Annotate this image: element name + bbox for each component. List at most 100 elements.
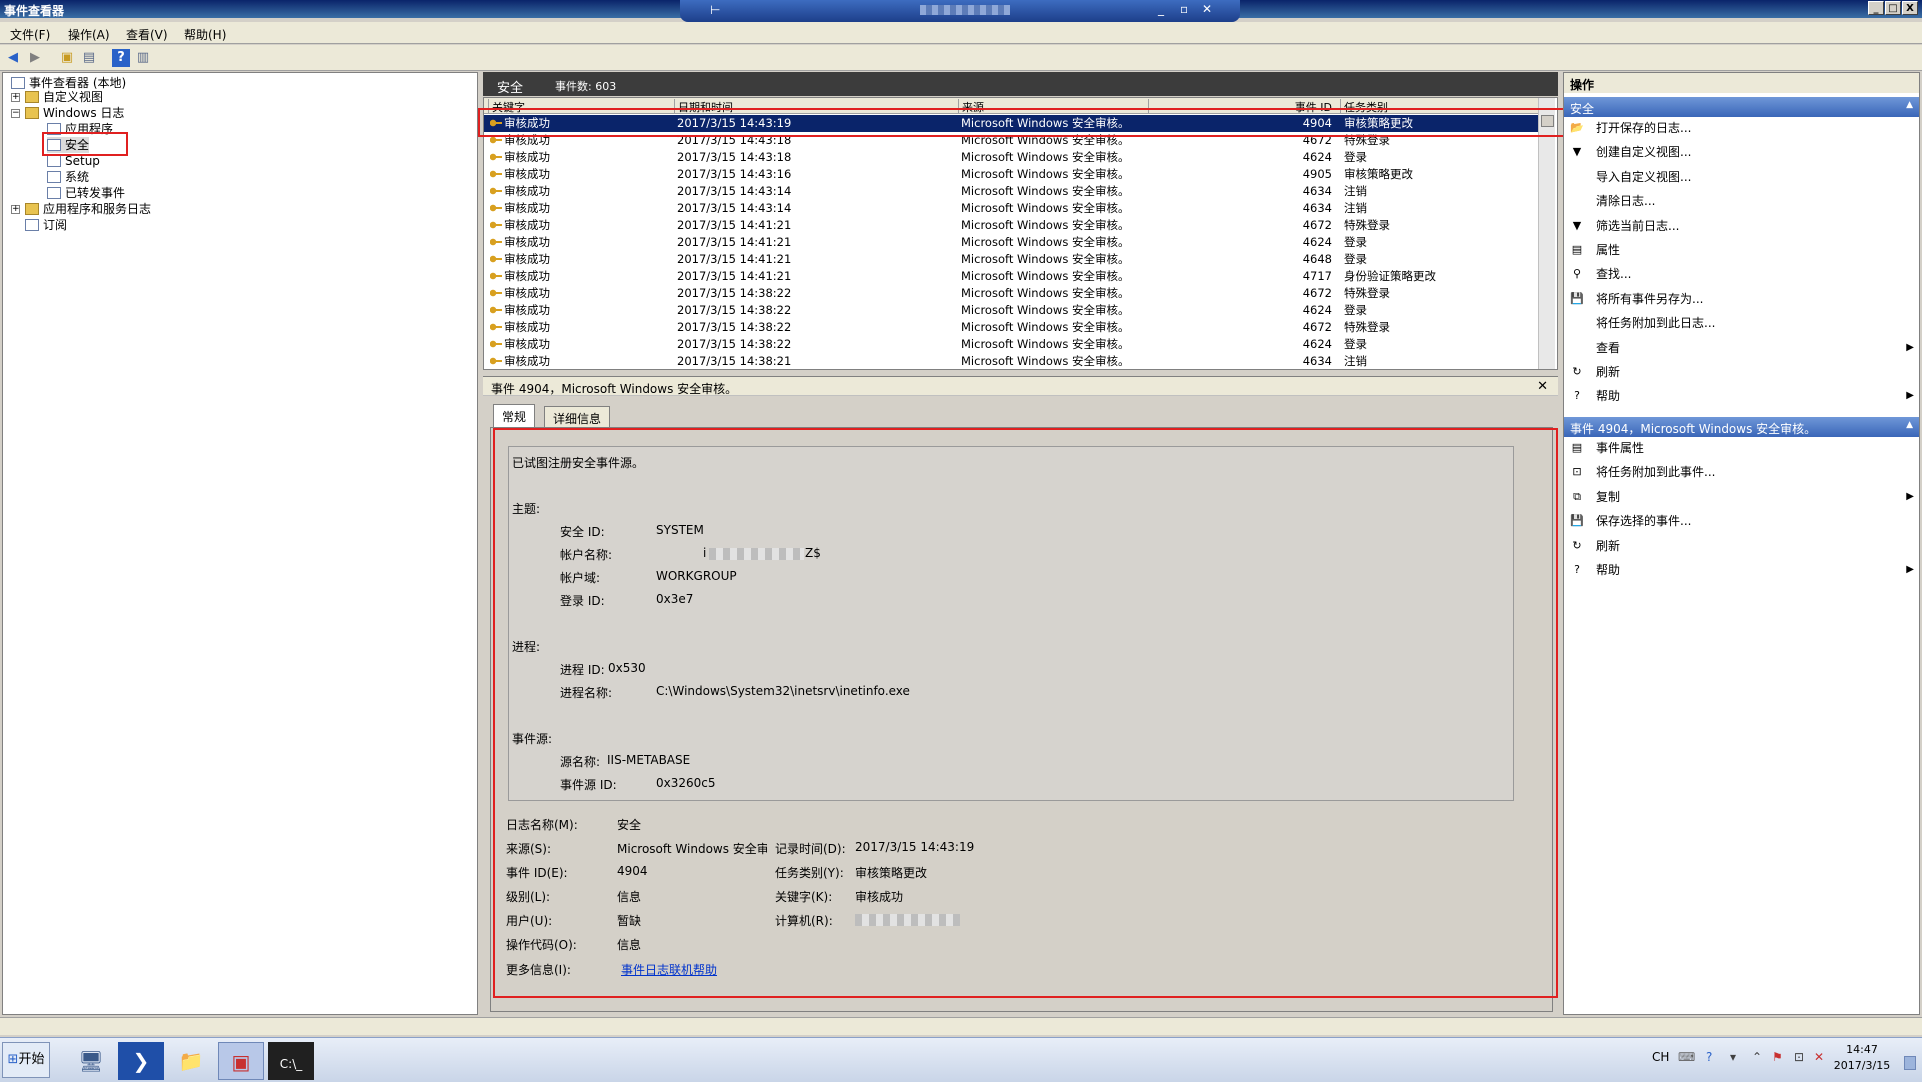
action-item[interactable]: ↻ 刷新 bbox=[1568, 535, 1918, 557]
event-row[interactable]: 审核成功 2017/3/15 14:38:22 Microsoft Windows … bbox=[484, 302, 1541, 319]
remote-close-button[interactable]: ✕ bbox=[1202, 2, 1212, 16]
expand-icon[interactable]: + bbox=[11, 205, 20, 214]
event-row[interactable]: 审核成功 2017/3/15 14:43:14 Microsoft Windows … bbox=[484, 183, 1541, 200]
actions-section-security[interactable]: 安全 ▲ bbox=[1564, 97, 1919, 117]
action-center-icon[interactable]: ⚑ bbox=[1772, 1050, 1783, 1064]
event-row[interactable]: 审核成功 2017/3/15 14:38:21 Microsoft Windows … bbox=[484, 353, 1541, 369]
action-item[interactable]: ? 帮助 ▶ bbox=[1568, 559, 1918, 581]
collapse-arrow-icon[interactable]: ▲ bbox=[1906, 420, 1913, 430]
tab-details[interactable]: 详细信息 bbox=[544, 406, 611, 428]
action-item[interactable]: ▤ 事件属性 bbox=[1568, 437, 1918, 459]
action-item[interactable]: ? 帮助 ▶ bbox=[1568, 385, 1918, 407]
start-button[interactable]: ⊞开始 bbox=[2, 1042, 50, 1078]
server-manager-icon[interactable]: 🖥 bbox=[68, 1042, 114, 1080]
action-item[interactable]: ⊡ 将任务附加到此事件... bbox=[1568, 461, 1918, 483]
collapse-icon[interactable]: − bbox=[11, 109, 20, 118]
collapse-arrow-icon[interactable]: ▲ bbox=[1906, 100, 1913, 110]
action-item[interactable]: 💾 保存选择的事件... bbox=[1568, 510, 1918, 532]
event-row[interactable]: 审核成功 2017/3/15 14:43:18 Microsoft Windows … bbox=[484, 132, 1541, 149]
event-row[interactable]: 审核成功 2017/3/15 14:43:16 Microsoft Windows … bbox=[484, 166, 1541, 183]
help-tray-icon[interactable]: ? bbox=[1706, 1050, 1712, 1064]
action-item[interactable]: 查看 ▶ bbox=[1568, 337, 1918, 359]
action-item[interactable]: ⧉ 复制 ▶ bbox=[1568, 486, 1918, 508]
forward-icon[interactable]: ▶ bbox=[26, 49, 44, 67]
close-detail-icon[interactable]: ✕ bbox=[1537, 379, 1548, 394]
show-hidden-icons[interactable]: ⌃ bbox=[1752, 1050, 1762, 1064]
options-icon[interactable]: ▾ bbox=[1730, 1050, 1736, 1064]
event-keyword: 审核成功 bbox=[490, 200, 550, 217]
action-item[interactable]: 清除日志... bbox=[1568, 190, 1918, 212]
tree-item-custom-views[interactable]: 自定义视图 bbox=[25, 89, 103, 105]
show-hide-tree-icon[interactable]: ▤ bbox=[80, 49, 98, 67]
tree-item-forwarded[interactable]: 已转发事件 bbox=[47, 185, 125, 201]
powershell-icon[interactable]: ❯ bbox=[118, 1042, 164, 1080]
event-row[interactable]: 审核成功 2017/3/15 14:41:21 Microsoft Windows … bbox=[484, 268, 1541, 285]
menu-view[interactable]: 查看(V) bbox=[126, 26, 168, 43]
help-icon[interactable]: ? bbox=[112, 49, 130, 67]
keyboard-icon[interactable]: ⌨ bbox=[1678, 1050, 1695, 1064]
list-scrollbar[interactable] bbox=[1538, 98, 1555, 369]
volume-icon[interactable]: ✕ bbox=[1814, 1050, 1824, 1064]
event-row[interactable]: 审核成功 2017/3/15 14:43:19 Microsoft Windows … bbox=[484, 115, 1541, 132]
pin-icon[interactable]: ⊢ bbox=[710, 3, 720, 17]
col-task[interactable]: 任务类别 bbox=[1340, 99, 1540, 114]
tree-item-system[interactable]: 系统 bbox=[47, 169, 89, 185]
menu-file[interactable]: 文件(F) bbox=[10, 26, 50, 43]
event-row[interactable]: 审核成功 2017/3/15 14:43:18 Microsoft Windows … bbox=[484, 149, 1541, 166]
back-icon[interactable]: ◀ bbox=[4, 49, 22, 67]
network-icon[interactable]: ⊡ bbox=[1794, 1050, 1804, 1064]
action-item[interactable]: ▼ 筛选当前日志... bbox=[1568, 215, 1918, 237]
show-desktop-button[interactable] bbox=[1904, 1056, 1916, 1070]
actions-section-event[interactable]: 事件 4904，Microsoft Windows 安全审核。 ▲ bbox=[1564, 417, 1919, 437]
show-action-pane-icon[interactable]: ▥ bbox=[134, 49, 152, 67]
clock[interactable]: 14:47 2017/3/15 bbox=[1832, 1042, 1892, 1074]
remote-restore-button[interactable]: ▫ bbox=[1180, 2, 1188, 16]
tab-general[interactable]: 常规 bbox=[493, 404, 536, 428]
event-row[interactable]: 审核成功 2017/3/15 14:38:22 Microsoft Windows … bbox=[484, 336, 1541, 353]
event-row[interactable]: 审核成功 2017/3/15 14:41:21 Microsoft Windows … bbox=[484, 234, 1541, 251]
event-row[interactable]: 审核成功 2017/3/15 14:41:21 Microsoft Windows … bbox=[484, 251, 1541, 268]
action-item[interactable]: 将任务附加到此日志... bbox=[1568, 312, 1918, 334]
minimize-button[interactable]: _ bbox=[1868, 1, 1884, 15]
event-id: 4648 bbox=[1302, 252, 1332, 266]
attach-task-icon: ⊡ bbox=[1572, 465, 1582, 479]
save-icon: 💾 bbox=[1570, 291, 1584, 305]
event-row[interactable]: 审核成功 2017/3/15 14:38:22 Microsoft Windows … bbox=[484, 285, 1541, 302]
submenu-arrow-icon: ▶ bbox=[1906, 490, 1914, 502]
action-item[interactable]: 💾 将所有事件另存为... bbox=[1568, 288, 1918, 310]
tree-item-application[interactable]: 应用程序 bbox=[47, 121, 113, 137]
language-indicator[interactable]: CH bbox=[1652, 1050, 1669, 1064]
action-item[interactable]: ▤ 属性 bbox=[1568, 239, 1918, 261]
event-viewer-task-icon[interactable]: ▣ bbox=[218, 1042, 264, 1080]
online-help-link[interactable]: 事件日志联机帮助 bbox=[621, 961, 717, 978]
explorer-icon[interactable]: 📁 bbox=[168, 1042, 214, 1080]
tree-item-security[interactable]: 安全 bbox=[47, 137, 90, 153]
close-button[interactable]: X bbox=[1902, 1, 1918, 15]
scroll-thumb[interactable] bbox=[1541, 115, 1554, 127]
remote-minimize-button[interactable]: _ bbox=[1158, 2, 1164, 16]
col-datetime[interactable]: 日期和时间 bbox=[674, 99, 954, 114]
col-event-id[interactable]: 事件 ID bbox=[1148, 99, 1336, 114]
tree-item-windows-logs[interactable]: Windows 日志 bbox=[25, 105, 124, 121]
col-source[interactable]: 来源 bbox=[958, 99, 1148, 114]
menu-action[interactable]: 操作(A) bbox=[68, 26, 110, 43]
action-item[interactable]: 导入自定义视图... bbox=[1568, 166, 1918, 188]
action-item[interactable]: ↻ 刷新 bbox=[1568, 361, 1918, 383]
action-item[interactable]: 📂 打开保存的日志... bbox=[1568, 117, 1918, 139]
event-datetime: 2017/3/15 14:41:21 bbox=[677, 252, 792, 266]
up-folder-icon[interactable]: ▣ bbox=[58, 49, 76, 67]
event-row[interactable]: 审核成功 2017/3/15 14:38:22 Microsoft Windows … bbox=[484, 319, 1541, 336]
action-item[interactable]: ▼ 创建自定义视图... bbox=[1568, 141, 1918, 163]
msg-pname-label: 进程名称: bbox=[560, 686, 613, 700]
cmd-icon[interactable]: C:\_ bbox=[268, 1042, 314, 1080]
tree-item-subscriptions[interactable]: 订阅 bbox=[25, 217, 67, 233]
event-row[interactable]: 审核成功 2017/3/15 14:41:21 Microsoft Windows … bbox=[484, 217, 1541, 234]
maximize-button[interactable]: □ bbox=[1885, 1, 1901, 15]
event-row[interactable]: 审核成功 2017/3/15 14:43:14 Microsoft Windows … bbox=[484, 200, 1541, 217]
tree-item-setup[interactable]: Setup bbox=[47, 153, 100, 169]
action-item[interactable]: ⚲ 查找... bbox=[1568, 263, 1918, 285]
menu-help[interactable]: 帮助(H) bbox=[184, 26, 226, 43]
event-id: 4624 bbox=[1302, 303, 1332, 317]
expand-icon[interactable]: + bbox=[11, 93, 20, 102]
tree-item-app-service-logs[interactable]: 应用程序和服务日志 bbox=[25, 201, 151, 217]
